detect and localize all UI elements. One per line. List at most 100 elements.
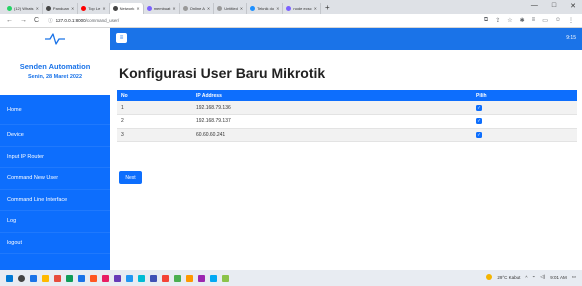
tab-title: Untitled bbox=[224, 6, 238, 11]
sidebar-item-home[interactable]: Home bbox=[0, 95, 110, 125]
browser-tab[interactable]: Panduan ✕ bbox=[43, 3, 79, 14]
browser-tab[interactable]: (12) Whats ✕ bbox=[4, 3, 43, 14]
browser-tab[interactable]: Top Le ✕ bbox=[78, 3, 110, 14]
table-row: 2 192.168.79.137 ✓ bbox=[117, 114, 577, 129]
select-checkbox[interactable]: ✓ bbox=[476, 131, 482, 138]
app-icon[interactable] bbox=[174, 274, 181, 282]
page-title: Konfigurasi User Baru Mikrotik bbox=[119, 65, 326, 81]
select-checkbox[interactable]: ✓ bbox=[476, 104, 482, 111]
translate-icon[interactable]: ⧉ bbox=[484, 17, 488, 24]
app-icon[interactable] bbox=[210, 274, 217, 282]
youtube-icon bbox=[81, 6, 87, 11]
browser-extensions: ⧉ ⇪ ☆ ✱ ≡ ▭ ☺ ⋮ bbox=[484, 17, 574, 24]
site-icon bbox=[112, 6, 118, 11]
app-icon[interactable] bbox=[102, 274, 109, 282]
sidebar-item-command-new-user[interactable]: Command New User bbox=[0, 168, 110, 190]
browser-tab[interactable]: node ecsc ✕ bbox=[283, 3, 322, 14]
tray-chevron-icon[interactable]: ^ bbox=[525, 275, 527, 280]
search-icon[interactable] bbox=[18, 274, 25, 282]
row-ip-address: 60.60.60.241 bbox=[192, 128, 472, 142]
app-icon[interactable] bbox=[186, 274, 193, 282]
app-icon[interactable] bbox=[126, 274, 133, 282]
site-icon bbox=[182, 6, 188, 11]
tab-title: Teknik do bbox=[257, 6, 275, 11]
app-icon[interactable] bbox=[198, 274, 205, 282]
close-tab-icon[interactable]: ✕ bbox=[36, 6, 39, 11]
system-tray: 29°C Kabut ^ ⌁ ◁) 9:01 AM ▭ bbox=[486, 274, 576, 280]
sidepanel-icon[interactable]: ▭ bbox=[542, 17, 548, 24]
app-logo bbox=[0, 28, 110, 50]
reading-list-icon[interactable]: ≡ bbox=[532, 17, 536, 24]
weather-icon bbox=[486, 274, 493, 280]
sidebar-item-log[interactable]: Log bbox=[0, 211, 110, 233]
browser-tab-active[interactable]: Network ✕ bbox=[109, 3, 144, 14]
next-button[interactable]: Next bbox=[119, 171, 142, 184]
maximize-button[interactable]: □ bbox=[552, 2, 556, 10]
tab-title: (12) Whats bbox=[14, 6, 34, 11]
browser-menu-icon[interactable]: ⋮ bbox=[568, 17, 574, 24]
brand-name: Senden Automation bbox=[19, 62, 91, 71]
url-field[interactable]: ⓘ 127.0.0.1:8000 /command_user/ bbox=[48, 18, 119, 24]
app-icon[interactable] bbox=[138, 274, 145, 282]
row-select-cell: ✓ bbox=[472, 128, 577, 142]
browser-tab[interactable]: membuat ✕ bbox=[144, 3, 180, 14]
new-tab-button[interactable]: + bbox=[325, 3, 330, 12]
profile-icon[interactable]: ☺ bbox=[555, 17, 561, 24]
sidebar-item-input-ip-router[interactable]: Input IP Router bbox=[0, 147, 110, 168]
app-icon[interactable] bbox=[150, 274, 157, 282]
sidebar: Home Device Input IP Router Command New … bbox=[0, 95, 110, 270]
browser-tab[interactable]: Untitled ✕ bbox=[214, 3, 248, 14]
browser-tab-bar: (12) Whats ✕ Panduan ✕ Top Le ✕ Network ✕ me… bbox=[0, 0, 582, 14]
extension-icon[interactable]: ✱ bbox=[520, 17, 525, 24]
app-icon[interactable] bbox=[222, 274, 229, 282]
site-icon bbox=[45, 6, 51, 11]
app-icon[interactable] bbox=[66, 274, 73, 282]
bookmark-star-icon[interactable]: ☆ bbox=[507, 17, 512, 24]
back-button[interactable]: ← bbox=[6, 17, 13, 24]
close-tab-icon[interactable]: ✕ bbox=[136, 6, 139, 11]
notification-icon[interactable]: ▭ bbox=[572, 274, 576, 280]
reload-button[interactable]: C bbox=[34, 17, 39, 24]
close-tab-icon[interactable]: ✕ bbox=[172, 6, 175, 11]
sidebar-item-command-line-interface[interactable]: Command Line Interface bbox=[0, 190, 110, 211]
browser-tab[interactable]: Teknik do ✕ bbox=[247, 3, 284, 14]
weather-text[interactable]: 29°C Kabut bbox=[497, 275, 520, 280]
browser-tab[interactable]: Online A ✕ bbox=[180, 3, 215, 14]
close-tab-icon[interactable]: ✕ bbox=[102, 6, 105, 11]
network-icon[interactable]: ⌁ bbox=[533, 274, 536, 280]
sidebar-brand: Senden Automation Senin, 28 Maret 2022 bbox=[0, 50, 110, 95]
header-clock: 9:15 bbox=[566, 35, 576, 41]
url-path: /command_user/ bbox=[85, 18, 120, 23]
task-view-icon[interactable] bbox=[30, 274, 37, 282]
sidebar-item-device[interactable]: Device bbox=[0, 125, 110, 147]
app-icon[interactable] bbox=[78, 274, 85, 282]
windows-start-icon[interactable] bbox=[6, 274, 13, 282]
minimize-button[interactable]: — bbox=[531, 2, 538, 10]
close-tab-icon[interactable]: ✕ bbox=[240, 6, 243, 11]
close-tab-icon[interactable]: ✕ bbox=[207, 6, 210, 11]
sidebar-item-logout[interactable]: logout bbox=[0, 233, 110, 254]
close-tab-icon[interactable]: ✕ bbox=[71, 6, 74, 11]
site-icon bbox=[286, 6, 292, 11]
app-icon[interactable] bbox=[90, 274, 97, 282]
close-tab-icon[interactable]: ✕ bbox=[314, 6, 317, 11]
close-window-button[interactable]: ✕ bbox=[570, 2, 576, 10]
site-icon bbox=[146, 6, 152, 11]
file-explorer-icon[interactable] bbox=[42, 274, 49, 282]
row-number: 3 bbox=[117, 128, 192, 142]
app-icon[interactable] bbox=[54, 274, 61, 282]
tab-title: node ecsc bbox=[293, 6, 312, 11]
forward-button[interactable]: → bbox=[20, 17, 27, 24]
volume-icon[interactable]: ◁) bbox=[540, 274, 545, 280]
site-icon bbox=[250, 6, 256, 11]
select-checkbox[interactable]: ✓ bbox=[476, 118, 482, 125]
brand-date: Senin, 28 Maret 2022 bbox=[27, 74, 83, 80]
share-icon[interactable]: ⇪ bbox=[495, 17, 500, 24]
close-tab-icon[interactable]: ✕ bbox=[276, 6, 279, 11]
clock-text[interactable]: 9:01 AM bbox=[550, 275, 567, 280]
menu-toggle-button[interactable]: ≡ bbox=[116, 33, 127, 43]
app-icon[interactable] bbox=[162, 274, 169, 282]
info-icon[interactable]: ⓘ bbox=[48, 18, 53, 24]
app-icon[interactable] bbox=[114, 274, 121, 282]
whatsapp-icon bbox=[7, 6, 12, 11]
